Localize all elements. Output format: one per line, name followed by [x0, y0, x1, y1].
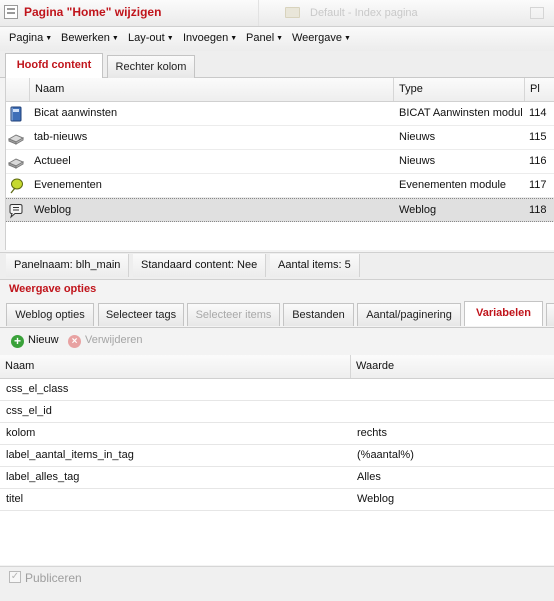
tab-selecteer-items: Selecteer items [187, 303, 280, 326]
table-row[interactable]: Actueel Nieuws 116 [6, 150, 554, 174]
status-standaard-content: Standaard content: Nee [133, 254, 267, 277]
status-aantal-items: Aantal items: 5 [270, 254, 360, 277]
tab-weblog-opties[interactable]: Weblog opties [6, 303, 94, 326]
menu-weergave[interactable]: Weergave ▼ [292, 32, 351, 44]
cell-naam: titel [6, 493, 24, 505]
window-icon [4, 5, 18, 19]
cell-waarde[interactable]: rechts [357, 423, 387, 444]
book-icon [10, 106, 22, 122]
cell-naam: Actueel [34, 155, 71, 167]
window-titlebar: Pagina "Home" wijzigen Default - Index p… [0, 0, 554, 27]
column-header-naam[interactable]: Naam [30, 78, 394, 101]
menu-lay-out[interactable]: Lay-out ▼ [128, 32, 174, 44]
variable-row[interactable]: css_el_class [0, 379, 554, 401]
table-row[interactable]: Evenementen Evenementen module 117 [6, 174, 554, 198]
cell-pl: 117 [529, 179, 547, 191]
content-tabs: Hoofd content Rechter kolom [0, 51, 554, 78]
cell-type: Nieuws [399, 131, 436, 143]
tab-selecteer-tags[interactable]: Selecteer tags [98, 303, 184, 326]
column-header-type[interactable]: Type [394, 78, 525, 101]
delete-icon: × [68, 335, 81, 348]
cell-naam: Evenementen [34, 179, 102, 191]
variables-grid: Naam Waarde css_el_class css_el_id kolom… [0, 355, 554, 565]
cell-pl: 114 [529, 107, 547, 119]
table-row[interactable]: tab-nieuws Nieuws 115 [6, 126, 554, 150]
status-panelnaam: Panelnaam: blh_main [6, 254, 130, 277]
variable-row[interactable]: css_el_id [0, 401, 554, 423]
tab-hoofd-content[interactable]: Hoofd content [5, 53, 103, 78]
cell-naam: css_el_class [6, 383, 69, 395]
cell-waarde[interactable]: (%aantal%) [357, 445, 414, 466]
cell-naam: css_el_id [6, 405, 52, 417]
menubar: Pagina ▼ Bewerken ▼ Lay-out ▼ Invoegen ▼ Pan… [0, 27, 554, 52]
caret-down-icon: ▼ [45, 35, 53, 42]
cell-naam: Bicat aanwinsten [34, 107, 118, 119]
speech-bubble-icon [9, 204, 23, 219]
cell-pl: 118 [529, 204, 547, 216]
window-control-icon[interactable] [530, 7, 544, 19]
cell-pl: 116 [529, 155, 547, 167]
column-header-naam[interactable]: Naam [0, 355, 351, 378]
content-grid: Naam Type Pl Bicat aanwinsten BICAT Aanw… [5, 78, 554, 250]
footer-bar [0, 566, 554, 601]
delete-button: Verwijderen [85, 334, 143, 346]
column-header-pl[interactable]: Pl [525, 78, 554, 101]
section-title-weergave-opties: Weergave opties [9, 283, 97, 295]
publish-label: Publiceren [25, 571, 82, 585]
cell-type: Nieuws [399, 155, 436, 167]
cell-naam: Weblog [34, 204, 72, 216]
news-icon [8, 158, 24, 169]
caret-down-icon: ▼ [166, 35, 174, 42]
folder-icon [285, 7, 300, 18]
caret-down-icon: ▼ [230, 35, 238, 42]
news-icon [8, 134, 24, 145]
caret-down-icon: ▼ [111, 35, 119, 42]
tab-aantal-paginering[interactable]: Aantal/paginering [357, 303, 461, 326]
tab-rechter-kolom[interactable]: Rechter kolom [107, 55, 195, 78]
grid-header: Naam Waarde [0, 355, 554, 379]
cell-type: Weblog [399, 204, 437, 216]
caret-down-icon: ▼ [276, 35, 284, 42]
table-row[interactable]: Bicat aanwinsten BICAT Aanwinsten module… [6, 102, 554, 126]
header-icon-column [6, 78, 30, 101]
menu-panel[interactable]: Panel ▼ [246, 32, 283, 44]
cell-naam: tab-nieuws [34, 131, 88, 143]
menu-pagina[interactable]: Pagina ▼ [9, 32, 52, 44]
options-tabs: Weblog opties Selecteer tags Selecteer i… [0, 299, 554, 328]
cell-waarde[interactable]: Alles [357, 467, 381, 488]
event-balloon-icon [10, 178, 23, 194]
cell-naam: label_alles_tag [6, 471, 80, 483]
tab-bestanden[interactable]: Bestanden [283, 303, 354, 326]
tab-overflow[interactable] [546, 303, 554, 326]
cell-naam: label_aantal_items_in_tag [6, 449, 134, 461]
cell-type: Evenementen module [399, 179, 507, 191]
column-header-waarde[interactable]: Waarde [351, 355, 554, 378]
cell-pl: 115 [529, 131, 547, 143]
panel-statusbar: Panelnaam: blh_main Standaard content: N… [0, 252, 554, 280]
table-row-selected[interactable]: Weblog Weblog 118 [6, 198, 554, 222]
variable-row[interactable]: titel Weblog [0, 489, 554, 511]
menu-invoegen[interactable]: Invoegen ▼ [183, 32, 237, 44]
caret-down-icon: ▼ [343, 35, 351, 42]
menu-bewerken[interactable]: Bewerken ▼ [61, 32, 119, 44]
tab-variabelen[interactable]: Variabelen [464, 301, 543, 326]
new-button[interactable]: Nieuw [28, 334, 59, 346]
variable-row[interactable]: label_alles_tag Alles [0, 467, 554, 489]
variables-toolbar: + Nieuw × Verwijderen [0, 330, 554, 354]
cell-naam: kolom [6, 427, 36, 439]
titlebar-divider [258, 0, 259, 26]
window-title: Pagina "Home" wijzigen [24, 5, 162, 19]
grid-header: Naam Type Pl [6, 78, 554, 102]
variable-row[interactable]: label_aantal_items_in_tag (%aantal%) [0, 445, 554, 467]
publish-checkbox[interactable]: ✓ [9, 571, 21, 583]
cell-waarde[interactable]: Weblog [357, 489, 394, 510]
background-window-title: Default - Index pagina [310, 7, 418, 19]
variable-row[interactable]: kolom rechts [0, 423, 554, 445]
cell-type: BICAT Aanwinsten module [399, 107, 522, 119]
add-icon: + [11, 335, 24, 348]
